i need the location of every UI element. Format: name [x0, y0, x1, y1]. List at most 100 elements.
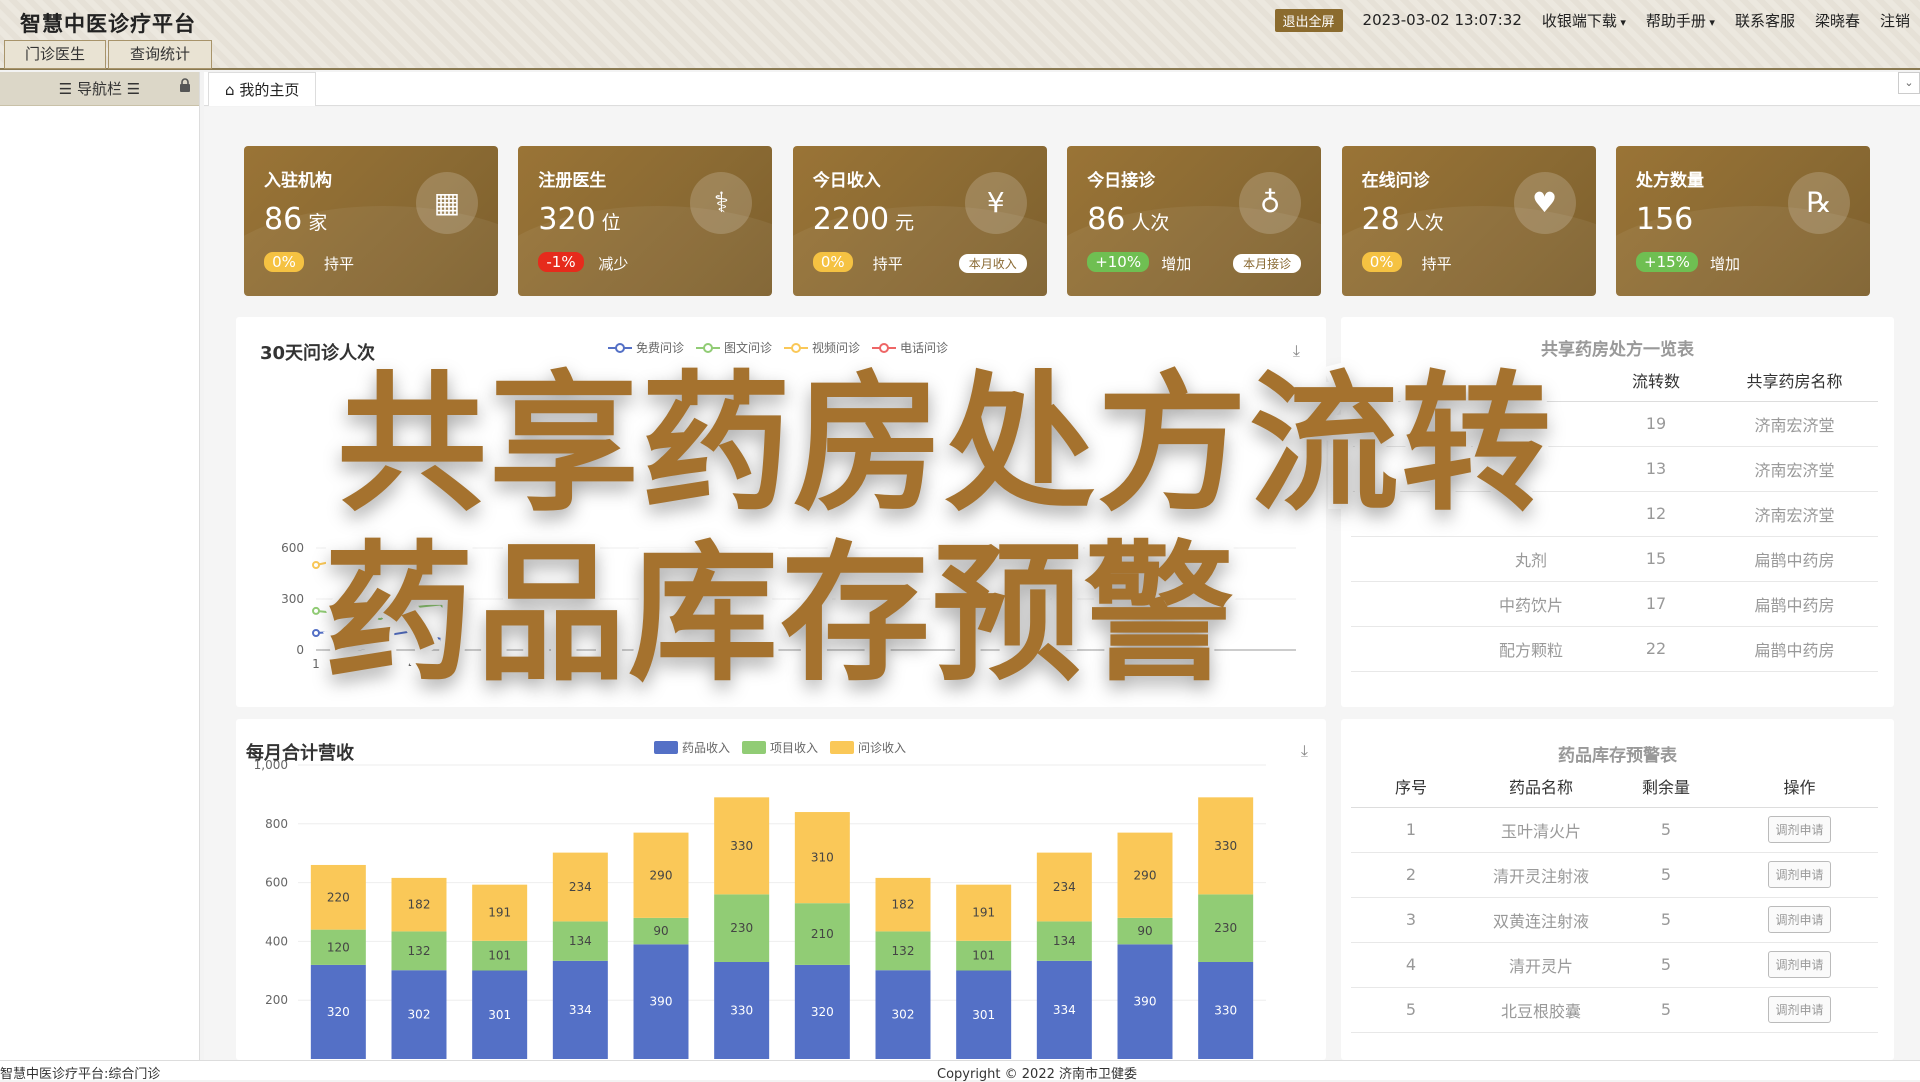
stat-card-badge: +15%	[1636, 252, 1698, 272]
stat-card-trend: 持平	[872, 255, 903, 273]
y-tick-label: 0	[296, 643, 304, 657]
x-tick-label: 2	[344, 657, 352, 671]
bar-value-label: 320	[811, 1005, 834, 1019]
data-point[interactable]	[376, 612, 384, 620]
yen-icon: ¥	[964, 172, 1027, 234]
data-point[interactable]	[408, 554, 416, 563]
bar-value-label: 90	[653, 924, 668, 938]
stock-cell-no: 1	[1351, 807, 1471, 853]
pharmacy-cell-hidden	[1351, 581, 1461, 627]
table-row: 2 清开灵注射液 5 调剂申请	[1351, 852, 1878, 898]
help-manual-menu[interactable]: 帮助手册	[1646, 10, 1715, 31]
pharmacy-cell-hidden	[1351, 626, 1461, 672]
y-tick-label: 600	[281, 541, 304, 555]
table-row: 5 北豆根胶囊 5 调剂申请	[1351, 987, 1878, 1033]
pharmacy-col-count: 流转数	[1601, 359, 1711, 402]
stock-cell-name: 清开灵注射液	[1471, 852, 1611, 898]
logout-link[interactable]: 注销	[1880, 10, 1910, 31]
nav-header[interactable]: ☰ 导航栏 ☰	[0, 72, 199, 106]
stock-warning-panel: 药品库存预警表 序号 药品名称 剩余量 操作 1 玉叶清火片 5 调剂申请 2 清开灵注射…	[1341, 719, 1894, 1060]
data-point[interactable]	[408, 603, 416, 612]
monthly-revenue-bar-chart: 200 400 600 800 1,000 320 120 220 302 132 182 301 10…	[254, 758, 1266, 1059]
data-point[interactable]	[312, 606, 320, 615]
data-point[interactable]	[440, 635, 448, 644]
pharmacy-cell-type: 中药饮片	[1461, 581, 1601, 627]
tab-my-home[interactable]: ⌂ 我的主页	[208, 72, 317, 106]
stat-card[interactable]: 今日收入 2200 元 0% 持平 ¥ 本月收入	[792, 146, 1047, 296]
bar-value-label: 310	[811, 851, 834, 865]
pharmacy-cell-name: 扁鹊中药房	[1711, 581, 1878, 627]
data-point[interactable]	[344, 627, 352, 636]
stethoscope-icon: ♁	[1239, 172, 1302, 234]
transfer-request-button[interactable]: 调剂申请	[1768, 951, 1831, 978]
table-row: 配方颗粒 22 扁鹊中药房	[1351, 626, 1878, 672]
data-point[interactable]	[440, 547, 448, 556]
exit-fullscreen-button[interactable]: 退出全屏	[1274, 8, 1343, 32]
stat-card-trend: 增加	[1161, 255, 1192, 273]
stat-card[interactable]: 在线问诊 28 人次 0% 持平 ♥	[1341, 146, 1596, 296]
stock-cell-qty: 5	[1611, 942, 1721, 988]
pharmacy-cell-count: 13	[1601, 446, 1711, 492]
contact-support-link[interactable]: 联系客服	[1735, 10, 1795, 31]
data-point[interactable]	[344, 554, 352, 563]
stat-card-month-pill[interactable]: 本月收入	[958, 254, 1027, 273]
user-name[interactable]: 梁晓春	[1815, 10, 1860, 31]
data-point[interactable]	[376, 632, 384, 641]
stat-card[interactable]: 入驻机构 86 家 0% 持平 ▦	[244, 146, 498, 296]
stat-card-title: 今日收入	[812, 171, 881, 191]
cashier-download-menu[interactable]: 收银端下载	[1542, 10, 1626, 31]
data-point[interactable]	[344, 610, 352, 619]
pharmacy-cell-name: 扁鹊中药房	[1711, 536, 1878, 582]
stat-card-month-pill[interactable]: 本月接诊	[1233, 254, 1302, 273]
home-icon: ⌂	[225, 81, 235, 99]
data-point[interactable]	[312, 561, 320, 569]
stat-card-number: 2200	[812, 202, 890, 237]
stock-col-name: 药品名称	[1471, 765, 1611, 808]
tab-outpatient-doctor[interactable]: 门诊医生	[4, 40, 106, 69]
chevron-down-icon[interactable]: ⌄	[1898, 72, 1920, 94]
x-tick-label: 4	[408, 657, 416, 671]
data-point[interactable]	[440, 600, 448, 609]
stock-cell-name: 清开灵片	[1471, 942, 1611, 988]
stat-card-value: 86 家	[264, 202, 327, 237]
stock-cell-qty: 5	[1611, 807, 1721, 853]
stat-card-trend: 减少	[598, 255, 629, 273]
bar-value-label: 230	[1214, 921, 1237, 935]
pharmacy-col-hidden-2	[1461, 359, 1601, 402]
stock-cell-name: 北豆根胶囊	[1471, 987, 1611, 1033]
stock-cell-no: 3	[1351, 897, 1471, 943]
heartbeat-icon: ♥	[1513, 172, 1576, 234]
sidebar: ☰ 导航栏 ☰	[0, 72, 200, 1060]
consultation-line-chart: 0 300 600 1 2 3 4 5	[281, 541, 1296, 671]
stat-card[interactable]: 今日接诊 86 人次 +10% 增加 ♁ 本月接诊	[1067, 146, 1322, 296]
stat-card-unit: 家	[308, 212, 328, 234]
stock-cell-action: 调剂申请	[1721, 987, 1878, 1033]
pharmacy-cell-type	[1461, 491, 1601, 537]
bar-value-label: 334	[569, 1003, 592, 1017]
stat-card[interactable]: 处方数量 156 +15% 增加 ℞	[1616, 146, 1870, 296]
tab-query-stats[interactable]: 查询统计	[108, 40, 212, 69]
stat-card-value: 28 人次	[1362, 202, 1444, 237]
bar-value-label: 182	[892, 898, 915, 912]
transfer-request-button[interactable]: 调剂申请	[1768, 996, 1831, 1023]
footer: 智慧中医诊疗平台:综合门诊 Copyright © 2022 济南市卫健委	[0, 1060, 1920, 1082]
bar-value-label: 220	[327, 890, 350, 904]
x-tick-label: 5	[440, 657, 448, 671]
table-row: 丸剂 15 扁鹊中药房	[1351, 536, 1878, 582]
table-row: 12 济南宏济堂	[1351, 491, 1878, 537]
data-point[interactable]	[376, 559, 384, 568]
stock-cell-no: 2	[1351, 852, 1471, 898]
transfer-request-button[interactable]: 调剂申请	[1768, 816, 1831, 843]
bar-value-label: 390	[650, 995, 673, 1009]
stock-cell-action: 调剂申请	[1721, 852, 1878, 898]
stock-col-action: 操作	[1721, 765, 1878, 808]
lock-icon[interactable]	[179, 72, 191, 106]
stat-card-value: 156	[1636, 202, 1699, 237]
data-point[interactable]	[312, 629, 320, 637]
transfer-request-button[interactable]: 调剂申请	[1768, 861, 1831, 888]
building-icon: ▦	[416, 172, 478, 234]
transfer-request-button[interactable]: 调剂申请	[1768, 906, 1831, 933]
bar-value-label: 134	[569, 934, 592, 948]
data-point[interactable]	[408, 627, 416, 636]
stat-card[interactable]: 注册医生 320 位 -1% 减少 ⚕	[518, 146, 773, 296]
